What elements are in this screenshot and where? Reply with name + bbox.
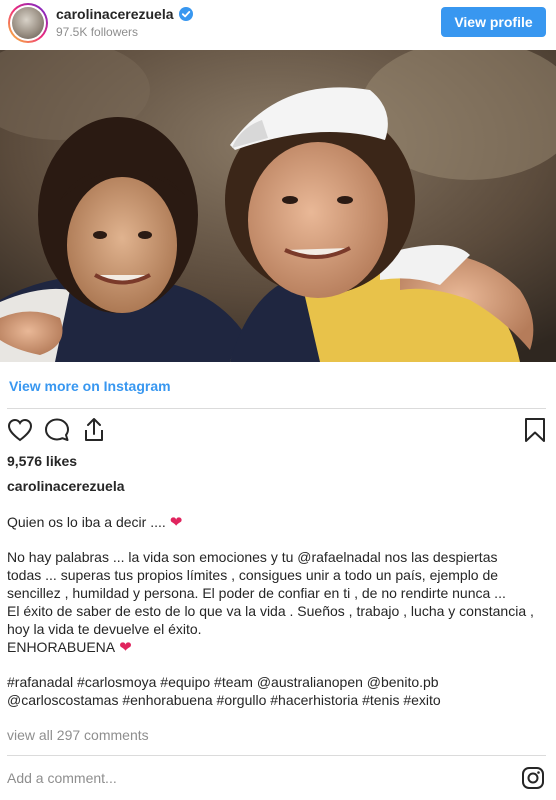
caption-line: No hay palabras ... la vida son emocione… — [7, 549, 498, 565]
view-more-link[interactable]: View more on Instagram — [9, 378, 171, 394]
caption-line: todas ... superas tus propios límites , … — [7, 567, 499, 583]
caption-hashtags[interactable]: #rafanadal #carlosmoya #equipo #team @au… — [7, 673, 552, 691]
action-bar — [0, 416, 556, 448]
view-profile-button[interactable]: View profile — [441, 7, 546, 37]
caption-text: Quien os lo iba a decir .... ❤ No hay pal… — [7, 513, 552, 709]
caption-line: ENHORABUENA ❤ — [7, 639, 132, 656]
username[interactable]: carolinacerezuela — [56, 6, 174, 22]
comment-icon[interactable] — [43, 416, 71, 444]
instagram-icon[interactable] — [521, 766, 545, 790]
share-icon[interactable] — [80, 416, 108, 444]
likes-count[interactable]: 9,576 likes — [7, 453, 77, 469]
heart-emoji-icon: ❤ — [119, 639, 132, 656]
post-header: carolinacerezuela 97.5K followers View p… — [0, 0, 556, 48]
post-photo-illustration — [0, 50, 556, 362]
verified-badge-icon — [178, 7, 193, 21]
divider — [7, 755, 546, 756]
caption-line: hoy la vida te devuelve el éxito. — [7, 621, 202, 637]
caption-line: Quien os lo iba a decir .... ❤ — [7, 514, 183, 531]
heart-icon[interactable] — [6, 416, 34, 444]
post-photo[interactable] — [0, 50, 556, 362]
caption-username[interactable]: carolinacerezuela — [7, 478, 125, 494]
bookmark-icon[interactable] — [521, 416, 549, 444]
caption-line: El éxito de saber de esto de lo que va l… — [7, 603, 534, 619]
heart-emoji-icon: ❤ — [169, 514, 183, 531]
avatar[interactable] — [8, 3, 48, 43]
username-row[interactable]: carolinacerezuela — [56, 6, 193, 22]
caption-line: sencillez , humildad y persona. El poder… — [7, 585, 506, 601]
followers-count: 97.5K followers — [56, 25, 139, 39]
divider — [7, 408, 546, 409]
caption-hashtags[interactable]: @carloscostamas #enhorabuena #orgullo #h… — [7, 691, 552, 709]
view-comments-link[interactable]: view all 297 comments — [7, 727, 149, 743]
add-comment-input[interactable]: Add a comment... — [7, 770, 117, 786]
